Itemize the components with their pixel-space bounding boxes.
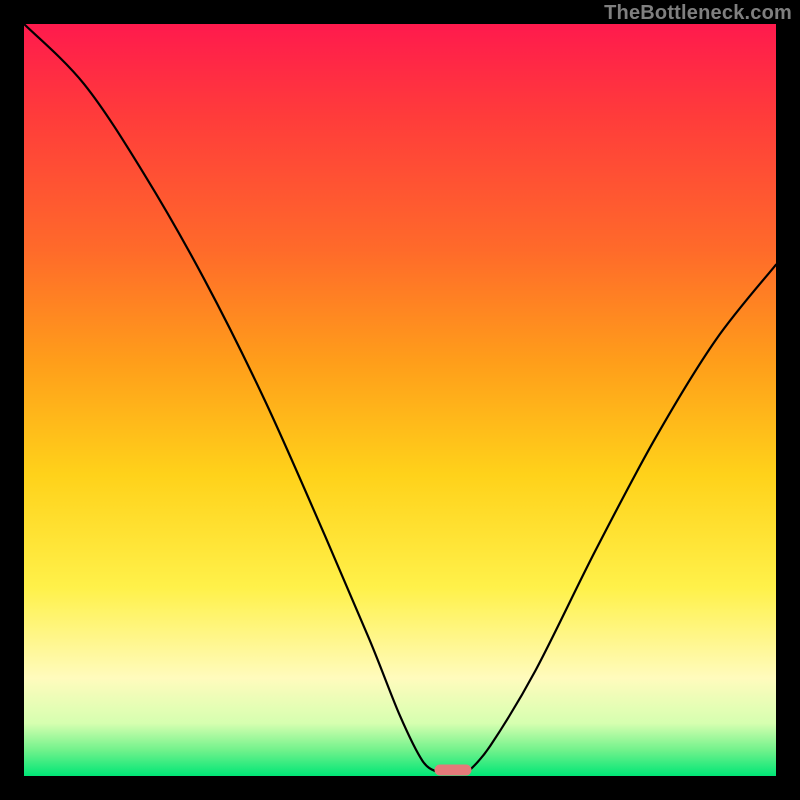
watermark-text: TheBottleneck.com [604,2,792,25]
curve-left [24,24,438,772]
chart-frame [24,24,776,776]
optimal-point-marker [434,764,471,775]
bottleneck-curve [24,24,776,776]
curve-right [468,265,776,773]
